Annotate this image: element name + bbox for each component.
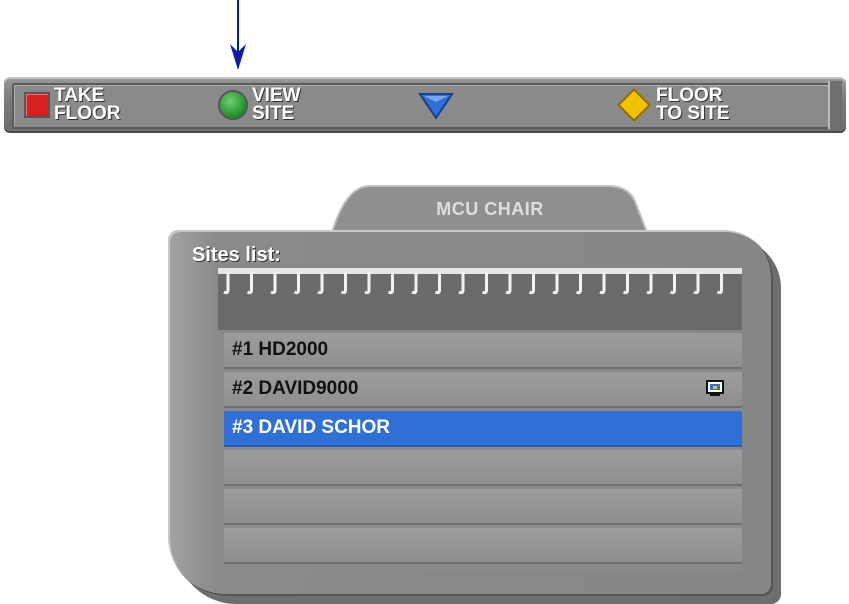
binder-ring bbox=[293, 272, 300, 295]
binder-ring bbox=[364, 272, 371, 295]
binder-ring bbox=[481, 272, 488, 295]
binder-ring bbox=[669, 272, 676, 295]
site-list-item[interactable]: #1 HD2000 bbox=[224, 333, 742, 369]
blue-triangle-icon bbox=[418, 93, 454, 120]
yellow-diamond-icon bbox=[617, 88, 651, 122]
binder-ring bbox=[646, 272, 653, 295]
binder-ring bbox=[317, 272, 324, 295]
sites-list: #1 HD2000 #2 DAVID9000 #3 DAVID SCHOR bbox=[224, 333, 742, 571]
take-floor-label: TAKE FLOOR bbox=[54, 85, 121, 124]
site-name: #3 DAVID SCHOR bbox=[232, 417, 391, 438]
binder-ring bbox=[340, 272, 347, 295]
binder-ring bbox=[458, 272, 465, 295]
floor-to-site-button[interactable]: FLOOR TO SITE bbox=[617, 85, 730, 125]
site-list-item[interactable] bbox=[224, 528, 742, 564]
site-name: #2 DAVID9000 bbox=[232, 378, 359, 399]
view-site-button[interactable]: VIEW SITE bbox=[218, 85, 301, 125]
monitor-icon bbox=[706, 380, 724, 396]
binder-ring bbox=[693, 272, 700, 295]
site-list-item[interactable]: #2 DAVID9000 bbox=[224, 372, 742, 408]
binder-ring bbox=[575, 272, 582, 295]
scroll-down-button[interactable] bbox=[418, 85, 454, 125]
sites-list-title: Sites list: bbox=[192, 244, 281, 266]
binder-ring bbox=[434, 272, 441, 295]
pointer-arrow-icon bbox=[230, 0, 246, 70]
binder-ring bbox=[270, 272, 277, 295]
binder-ring bbox=[599, 272, 606, 295]
site-list-item[interactable]: #3 DAVID SCHOR bbox=[224, 411, 742, 447]
view-site-label: VIEW SITE bbox=[252, 85, 301, 124]
binder-ring bbox=[716, 272, 723, 295]
red-square-icon bbox=[24, 92, 50, 118]
binder-ring bbox=[528, 272, 535, 295]
site-name: #1 HD2000 bbox=[232, 339, 329, 360]
floor-to-site-label: FLOOR TO SITE bbox=[656, 85, 730, 124]
site-list-item[interactable] bbox=[224, 489, 742, 525]
green-circle-icon bbox=[218, 90, 248, 120]
panel-tab-title: MCU CHAIR bbox=[436, 199, 544, 219]
binder-ring bbox=[411, 272, 418, 295]
binder-ring bbox=[505, 272, 512, 295]
binder-ring bbox=[387, 272, 394, 295]
site-list-item[interactable] bbox=[224, 450, 742, 486]
toolbar-end-cap bbox=[828, 81, 842, 129]
binder-rings bbox=[218, 268, 742, 295]
binder-ring bbox=[622, 272, 629, 295]
take-floor-button[interactable]: TAKE FLOOR bbox=[24, 85, 121, 125]
floor-control-toolbar: TAKE FLOOR VIEW SITE FLOOR TO SITE bbox=[4, 77, 846, 133]
binder-ring bbox=[246, 272, 253, 295]
binder-ring bbox=[552, 272, 559, 295]
binder-ring bbox=[223, 272, 230, 295]
